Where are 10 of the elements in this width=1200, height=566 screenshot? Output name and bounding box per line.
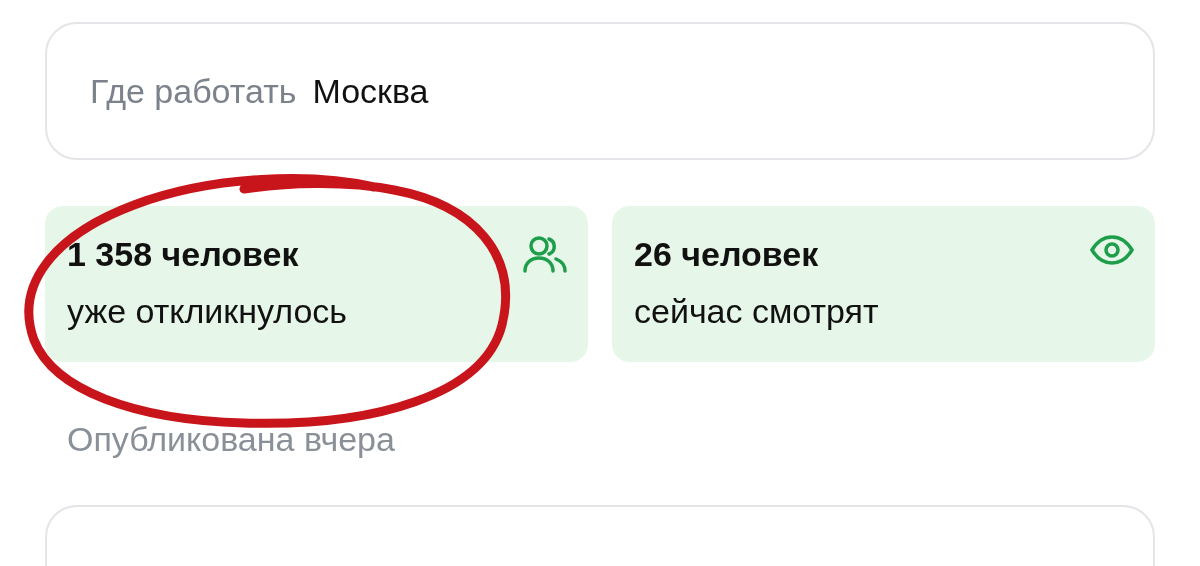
- field-value: Москва: [312, 70, 429, 112]
- published-date: Опубликована вчера: [66, 419, 396, 460]
- eye-icon: [1089, 234, 1135, 266]
- stat-caption: уже откликнулось: [67, 290, 349, 332]
- people-icon: [522, 234, 568, 274]
- stat-count: 26 человек: [634, 234, 820, 275]
- stat-count: 1 358 человек: [67, 234, 300, 275]
- stat-caption: сейчас смотрят: [634, 290, 880, 332]
- field-label: Где работать: [90, 70, 297, 112]
- location-field[interactable]: Где работать Москва: [45, 22, 1155, 160]
